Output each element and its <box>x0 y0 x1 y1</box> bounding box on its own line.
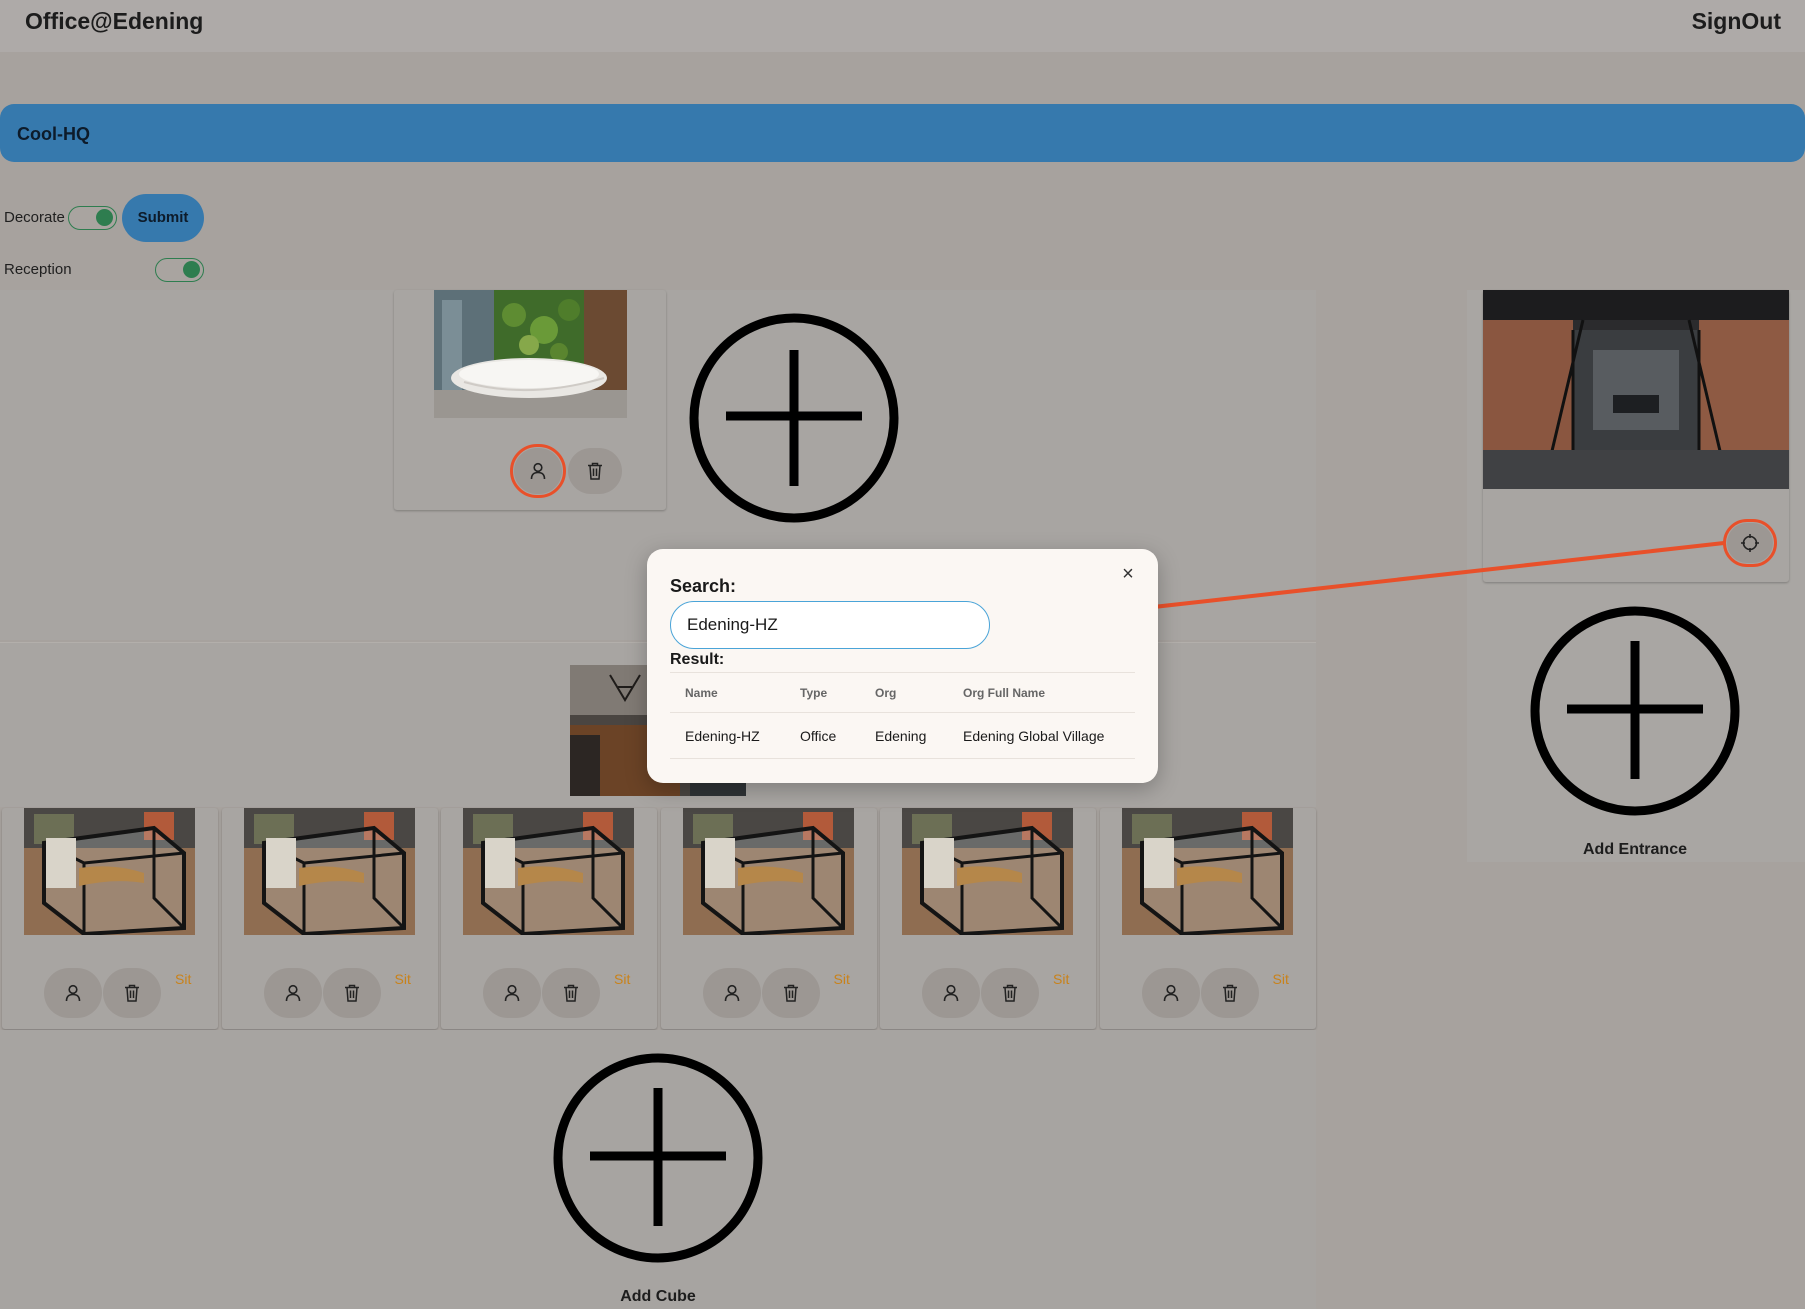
result-table: Name Type Org Org Full Name Edening-HZ O… <box>670 672 1135 759</box>
toggle-knob <box>183 261 200 278</box>
close-icon[interactable]: × <box>1118 564 1138 584</box>
cube-image <box>463 808 634 935</box>
delete-button[interactable] <box>542 968 600 1018</box>
user-icon <box>529 462 547 480</box>
trash-icon <box>344 984 360 1002</box>
table-row[interactable]: Edening-HZ Office Edening Edening Global… <box>670 712 1135 759</box>
office-name: Cool-HQ <box>17 124 90 144</box>
result-label: Result: <box>670 651 725 668</box>
cube-card: Sit <box>1099 808 1316 1029</box>
user-icon <box>1162 984 1180 1002</box>
reception-toggle[interactable] <box>155 258 204 282</box>
delete-button[interactable] <box>103 968 161 1018</box>
top-bar: Office@Edening SignOut <box>0 0 1805 52</box>
assign-user-button[interactable] <box>263 968 322 1018</box>
col-header-org-full-name: Org Full Name <box>948 672 1135 713</box>
add-cube-label: Add Cube <box>620 1288 696 1305</box>
sit-link[interactable]: Sit <box>395 971 411 987</box>
col-header-org: Org <box>860 672 948 713</box>
sit-link[interactable]: Sit <box>1053 971 1069 987</box>
cube-card: Sit <box>660 808 877 1029</box>
search-dialog: × Search: Result: Name Type Org Org Full… <box>647 549 1158 783</box>
delete-button[interactable] <box>568 448 622 494</box>
sit-link[interactable]: Sit <box>614 971 630 987</box>
sit-link[interactable]: Sit <box>175 971 191 987</box>
decorate-label: Decorate <box>4 209 65 226</box>
cube-image <box>902 808 1073 935</box>
sit-link[interactable]: Sit <box>834 971 850 987</box>
app-title: Office@Edening <box>25 8 204 34</box>
toggle-knob <box>96 209 113 226</box>
cube-image <box>1121 808 1293 935</box>
sit-link[interactable]: Sit <box>1273 971 1289 987</box>
assign-user-button[interactable] <box>483 968 541 1018</box>
delete-button[interactable] <box>1200 968 1259 1018</box>
col-header-name: Name <box>670 672 785 713</box>
delete-button[interactable] <box>761 968 820 1018</box>
cube-card: Sit <box>880 808 1096 1029</box>
assign-user-button[interactable] <box>44 968 102 1018</box>
trash-icon <box>563 984 579 1002</box>
trash-icon <box>783 984 799 1002</box>
reception-card <box>394 290 666 510</box>
cell-name: Edening-HZ <box>670 712 785 759</box>
office-bar[interactable]: Cool-HQ <box>0 104 1805 162</box>
add-entrance-plus-icon[interactable] <box>1529 605 1741 822</box>
user-icon <box>284 984 302 1002</box>
cell-org-full-name: Edening Global Village <box>948 712 1135 759</box>
col-header-type: Type <box>785 672 860 713</box>
assign-user-button[interactable] <box>702 968 761 1018</box>
assign-user-button[interactable] <box>510 444 566 498</box>
add-entrance-label: Add Entrance <box>1582 841 1687 858</box>
add-cube-plus-icon[interactable] <box>552 1052 764 1269</box>
target-icon <box>1740 533 1760 553</box>
signout-link[interactable]: SignOut <box>1692 8 1781 35</box>
cube-image <box>243 808 415 935</box>
cube-card: Sit <box>2 808 218 1029</box>
user-icon <box>503 984 521 1002</box>
table-header-row: Name Type Org Org Full Name <box>670 672 1135 713</box>
add-reception-plus-icon[interactable] <box>688 312 900 529</box>
cell-type: Office <box>785 712 860 759</box>
trash-icon <box>1222 984 1238 1002</box>
reception-desk-image <box>434 290 627 418</box>
assign-user-button[interactable] <box>1141 968 1200 1018</box>
search-input[interactable] <box>670 601 990 649</box>
delete-button[interactable] <box>981 968 1039 1018</box>
cube-image <box>24 808 195 935</box>
cell-org: Edening <box>860 712 948 759</box>
trash-icon <box>1002 984 1018 1002</box>
cube-card: Sit <box>221 808 438 1029</box>
reception-label: Reception <box>4 261 72 278</box>
trash-icon <box>124 984 140 1002</box>
cube-image <box>682 808 854 935</box>
trash-icon <box>587 462 603 480</box>
user-icon <box>942 984 960 1002</box>
search-label: Search: <box>670 576 737 596</box>
user-icon <box>64 984 82 1002</box>
cube-card: Sit <box>441 808 657 1029</box>
decorate-toggle[interactable] <box>68 206 117 230</box>
delete-button[interactable] <box>322 968 381 1018</box>
entrance-image <box>1483 290 1789 489</box>
user-icon <box>723 984 741 1002</box>
assign-user-button[interactable] <box>922 968 980 1018</box>
submit-button[interactable]: Submit <box>122 194 204 242</box>
